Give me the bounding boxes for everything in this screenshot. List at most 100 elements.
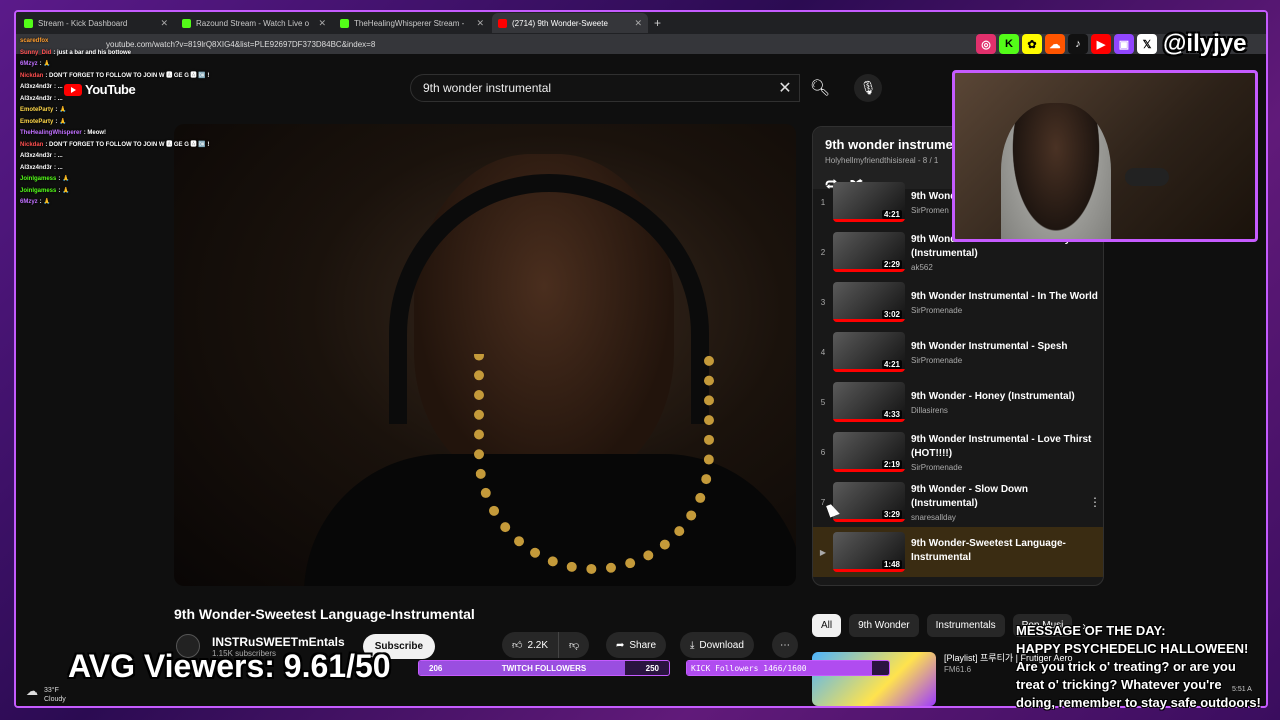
- playlist-thumbnail[interactable]: 1:48: [833, 532, 905, 572]
- playlist-thumbnail[interactable]: 4:21: [833, 182, 905, 222]
- weather-widget: 33°F Cloudy: [26, 686, 66, 704]
- more-vert-icon[interactable]: ⋮: [1087, 495, 1103, 509]
- playlist-item-channel: SirPromenade: [911, 355, 963, 365]
- chat-username: scaredfox: [20, 38, 49, 44]
- search-input[interactable]: 9th wonder instrumental ✕: [410, 74, 800, 102]
- chat-text: : ...: [54, 164, 63, 171]
- playlist-index: 1: [820, 197, 826, 207]
- youtube-icon: [498, 18, 507, 28]
- more-actions-icon[interactable]: ⋯: [772, 632, 798, 658]
- chip-all[interactable]: All: [812, 614, 842, 637]
- close-icon[interactable]: ✕: [634, 18, 642, 29]
- chat-text: : ...: [54, 95, 63, 102]
- watched-progress: [833, 419, 905, 422]
- playlist-index: 6: [820, 447, 826, 457]
- duration-badge: 2:19: [881, 460, 902, 469]
- close-icon[interactable]: ✕: [476, 18, 484, 29]
- kick-followers-bar: KICK Followers 1466/1600: [686, 660, 890, 676]
- duration-badge: 3:02: [881, 310, 902, 319]
- playlist-item[interactable]: 3 3:02 9th Wonder Instrumental - In The Wo…: [813, 277, 1103, 327]
- chat-username: 6Mzyz: [20, 61, 38, 67]
- video-player[interactable]: [174, 124, 796, 586]
- kick-icon: [182, 18, 191, 28]
- new-tab-icon[interactable]: +: [654, 16, 661, 30]
- thumbs-down-icon: 👎︎: [569, 640, 580, 651]
- chip-instrumentals[interactable]: Instrumentals: [926, 614, 1005, 637]
- kick-icon: [24, 18, 33, 28]
- search-icon[interactable]: 🔍︎: [800, 74, 840, 102]
- tab-healing-whisperer[interactable]: TheHealingWhisperer Stream - ✕: [334, 13, 490, 33]
- chat-text: : Meow!: [83, 130, 107, 136]
- playlist-item[interactable]: 4 4:21 9th Wonder Instrumental - Spesh SirP…: [813, 327, 1103, 377]
- playlist-thumbnail[interactable]: 3:02: [833, 282, 905, 322]
- share-button[interactable]: ➦ Share: [606, 632, 667, 658]
- microphone-icon[interactable]: 🎙︎: [854, 74, 882, 102]
- chat-username: Joinlgamess: [20, 176, 57, 182]
- chip-9th-wonder[interactable]: 9th Wonder: [849, 614, 919, 637]
- video-title: 9th Wonder-Sweetest Language-Instrumenta…: [174, 606, 475, 622]
- playlist-item[interactable]: 6 2:19 9th Wonder Instrumental - Love Thir…: [813, 427, 1103, 477]
- dislike-button[interactable]: 👎︎: [558, 632, 590, 658]
- chat-message: scaredfox: [20, 36, 260, 48]
- duration-badge: 2:29: [881, 260, 902, 269]
- chat-username: EmoteParty: [20, 107, 54, 113]
- playlist-item-title: 9th Wonder Instrumental - Love Thirst (H…: [911, 433, 1092, 459]
- like-button[interactable]: 👍︎ 2.2K: [502, 632, 559, 658]
- chat-text: : ...: [54, 84, 63, 90]
- playlist-item-title: 9th Wonder Instrumental - Spesh: [911, 340, 1068, 352]
- chat-message: Nickdan: DON'T FORGET TO FOLLOW TO JOIN …: [20, 140, 260, 152]
- chat-username: EmoteParty: [20, 118, 54, 125]
- playlist-item[interactable]: 5 4:33 9th Wonder - Honey (Instrumental) Di…: [813, 377, 1103, 427]
- chat-message: Nickdan: DON'T FORGET TO FOLLOW TO JOIN …: [20, 71, 260, 83]
- motd-line: HAPPY PSYCHEDELIC HALLOWEEN!: [1016, 641, 1249, 656]
- instagram-icon: ◎: [976, 34, 996, 54]
- close-icon[interactable]: ✕: [318, 18, 326, 29]
- playlist-thumbnail[interactable]: 4:33: [833, 382, 905, 422]
- playlist-thumbnail[interactable]: 3:29: [833, 482, 905, 522]
- playlist-index: 4: [820, 347, 826, 357]
- duration-badge: 4:33: [881, 410, 902, 419]
- like-dislike-group: 👍︎ 2.2K 👎︎: [502, 632, 590, 658]
- tab-youtube-active[interactable]: (2714) 9th Wonder-Sweete ✕: [492, 13, 648, 33]
- playlist-thumbnail[interactable]: 4:21: [833, 332, 905, 372]
- duration-badge: 4:21: [881, 360, 902, 369]
- playlist-item-channel: SirPromenade: [911, 305, 963, 315]
- playlist-thumbnail[interactable]: 2:19: [833, 432, 905, 472]
- chat-message: EmoteParty: 🙏: [20, 117, 260, 129]
- chat-username: AI3xz4nd3r: [20, 153, 53, 159]
- chat-username: Joinlgamess: [20, 187, 57, 194]
- chat-text: : DON'T FORGET TO FOLLOW TO JOIN W 🅰 GE …: [45, 141, 210, 148]
- playlist-item[interactable]: ▶ 1:48 9th Wonder-Sweetest Language-Instru…: [813, 527, 1103, 577]
- tiktok-icon: ♪: [1068, 34, 1088, 54]
- watched-progress: [833, 519, 905, 522]
- playlist-item-channel: snaresallday: [911, 512, 956, 522]
- chat-message: AI3xz4nd3r: ...: [20, 151, 260, 163]
- channel-name[interactable]: INSTRuSWEETmEntals: [212, 635, 345, 649]
- playlist-item[interactable]: 7 3:29 9th Wonder - Slow Down (Instrumenta…: [813, 477, 1103, 527]
- tab-razound-stream[interactable]: Razound Stream - Watch Live o ✕: [176, 13, 332, 33]
- tab-kick-dashboard[interactable]: Stream - Kick Dashboard ✕: [18, 13, 174, 33]
- webcam-streamer: [1001, 103, 1111, 239]
- playlist-index: 3: [820, 297, 826, 307]
- motd-line: doing, remember to stay safe outdoors!: [1016, 695, 1261, 710]
- webcam-feed: [952, 70, 1258, 242]
- avg-viewers: AVG Viewers: 9.61/50: [68, 648, 391, 684]
- streamer-handle: @ilyjye: [1163, 30, 1247, 57]
- playlist-thumbnail[interactable]: 2:29: [833, 232, 905, 272]
- snapchat-icon: ✿: [1022, 34, 1042, 54]
- playlist-item-title: 9th Wonder - Slow Down (Instrumental): [911, 483, 1029, 509]
- chat-text: : 🙏: [58, 176, 70, 182]
- clear-icon[interactable]: ✕: [771, 78, 799, 98]
- close-icon[interactable]: ✕: [160, 18, 168, 29]
- watched-progress: [833, 269, 905, 272]
- playlist-index: 5: [820, 397, 826, 407]
- chat-username: AI3xz4nd3r: [20, 95, 53, 102]
- playlist-index: ▶: [819, 547, 827, 557]
- webcam-microphone: [1125, 168, 1169, 186]
- taskbar-clock: 5:51 A: [1232, 686, 1252, 693]
- watched-progress: [833, 469, 905, 472]
- download-button[interactable]: ⤓ Download: [680, 632, 754, 658]
- duration-badge: 4:21: [881, 210, 902, 219]
- chat-text: : ...: [54, 153, 63, 159]
- motd-line: Are you trick o' treating? or are you: [1016, 659, 1236, 674]
